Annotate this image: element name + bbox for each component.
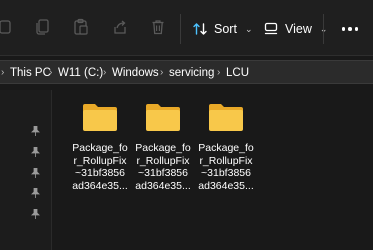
file-explorer-window: Sort ⌄ View ⌄ › This PC › W11 (C:) › Win…: [0, 0, 373, 250]
toolbar-divider: [323, 14, 324, 44]
breadcrumb-lcu[interactable]: LCU: [226, 67, 249, 79]
view-icon: [264, 22, 278, 35]
delete-icon[interactable]: [145, 14, 171, 40]
chevron-down-icon: ⌄: [244, 23, 253, 34]
chevron-right-icon[interactable]: ›: [49, 67, 52, 78]
view-button[interactable]: View ⌄: [263, 14, 327, 44]
address-bar: › This PC › W11 (C:) › Windows › servici…: [0, 58, 373, 86]
command-bar: Sort ⌄ View ⌄: [0, 0, 373, 56]
more-options-button[interactable]: [339, 18, 361, 40]
breadcrumb-servicing[interactable]: servicing: [169, 67, 214, 79]
chevron-right-icon[interactable]: ›: [1, 67, 4, 78]
pin-icon: [30, 188, 40, 198]
folder-name: Package_fo r_RollupFix ~31bf3856 ad364e3…: [198, 142, 254, 192]
folder-item[interactable]: Package_fo r_RollupFix ~31bf3856 ad364e3…: [69, 102, 131, 192]
navigation-pane: [0, 90, 52, 250]
sort-button[interactable]: Sort ⌄: [192, 14, 252, 44]
pin-icon: [30, 168, 40, 178]
pin-icon: [30, 147, 40, 157]
file-list: Package_fo r_RollupFix ~31bf3856 ad364e3…: [53, 90, 373, 250]
toolbar-divider: [180, 14, 181, 44]
folder-item[interactable]: Package_fo r_RollupFix ~31bf3856 ad364e3…: [132, 102, 194, 192]
sort-label: Sort: [214, 22, 237, 36]
cut-icon[interactable]: [0, 14, 20, 40]
folder-icon: [209, 104, 243, 131]
chevron-right-icon[interactable]: ›: [103, 67, 106, 78]
folder-name: Package_fo r_RollupFix ~31bf3856 ad364e3…: [72, 142, 128, 192]
pin-icon: [30, 209, 40, 219]
share-icon[interactable]: [107, 14, 133, 40]
breadcrumb-windows[interactable]: Windows: [112, 67, 159, 79]
folder-icon: [146, 104, 180, 131]
folder-item[interactable]: Package_fo r_RollupFix ~31bf3856 ad364e3…: [195, 102, 257, 192]
folder-icon: [83, 104, 117, 131]
breadcrumb-this-pc[interactable]: This PC: [10, 67, 51, 79]
copy-icon[interactable]: [30, 14, 56, 40]
pin-icon: [30, 126, 40, 136]
folder-name: Package_fo r_RollupFix ~31bf3856 ad364e3…: [135, 142, 191, 192]
chevron-right-icon[interactable]: ›: [217, 67, 220, 78]
paste-icon[interactable]: [68, 14, 94, 40]
view-label: View: [285, 22, 312, 36]
address-field[interactable]: › This PC › W11 (C:) › Windows › servici…: [0, 60, 373, 84]
breadcrumb-drive[interactable]: W11 (C:): [58, 67, 103, 79]
sort-icon: [193, 23, 207, 35]
chevron-right-icon[interactable]: ›: [160, 67, 163, 78]
